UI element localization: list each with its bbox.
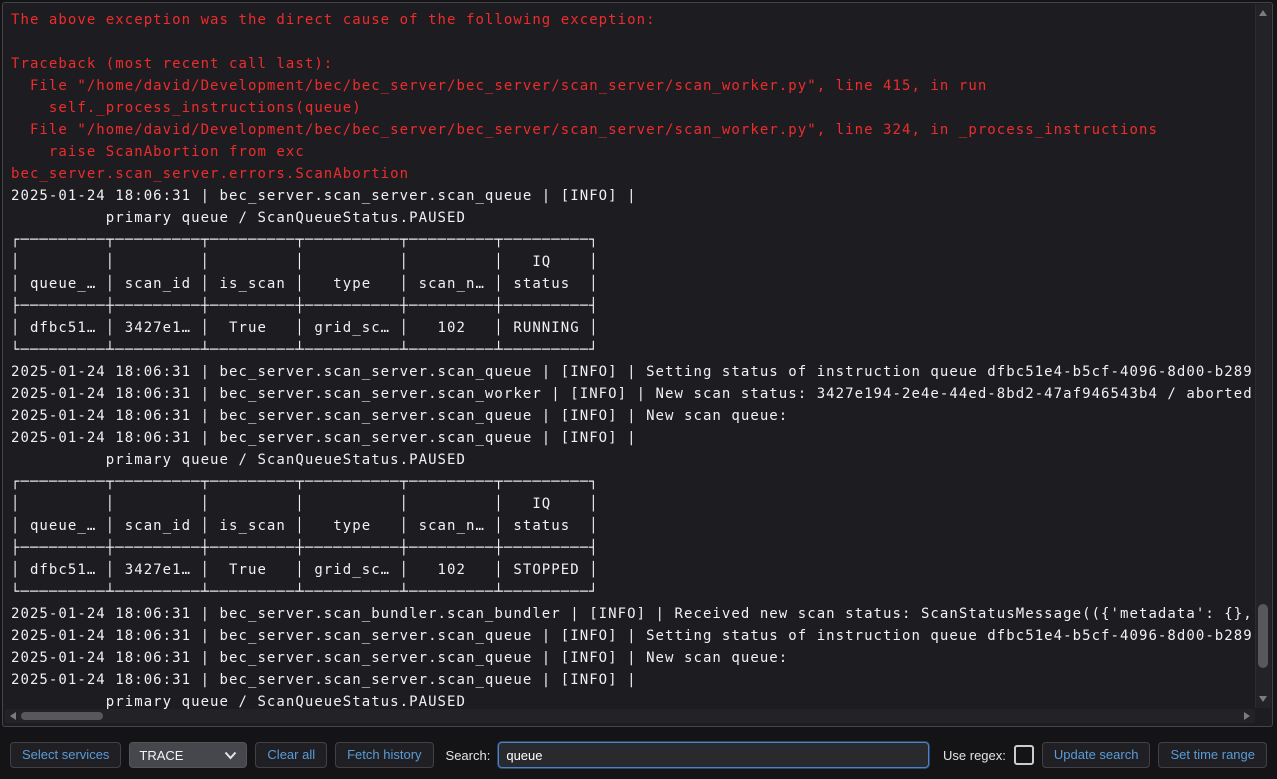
log-line: The above exception was the direct cause…: [11, 9, 1253, 31]
log-line: ├─────────┼─────────┼─────────┼─────────…: [11, 537, 1253, 559]
log-line: │ dfbc51… │ 3427e1… │ True │ grid_sc… │ …: [11, 317, 1253, 339]
log-line: ┌─────────┬─────────┬─────────┬─────────…: [11, 229, 1253, 251]
log-line: 2025-01-24 18:06:31 | bec_server.scan_se…: [11, 427, 1253, 449]
log-line: 2025-01-24 18:06:31 | bec_server.scan_se…: [11, 647, 1253, 669]
log-line: bec_server.scan_server.errors.ScanAborti…: [11, 163, 1253, 185]
vertical-scrollbar-thumb[interactable]: [1258, 604, 1268, 668]
log-line: File "/home/david/Development/bec/bec_se…: [11, 75, 1253, 97]
log-line: raise ScanAbortion from exc: [11, 141, 1253, 163]
log-line: 2025-01-24 18:06:31 | bec_server.scan_se…: [11, 625, 1253, 647]
log-line: self._process_instructions(queue): [11, 97, 1253, 119]
search-input[interactable]: [498, 742, 929, 768]
scroll-up-icon[interactable]: [1259, 10, 1267, 16]
log-line: 2025-01-24 18:06:31 | bec_server.scan_se…: [11, 405, 1253, 427]
use-regex-checkbox[interactable]: [1014, 745, 1034, 765]
log-line: primary queue / ScanQueueStatus.PAUSED: [11, 449, 1253, 471]
log-line: │ queue_… │ scan_id │ is_scan │ type │ s…: [11, 273, 1253, 295]
log-toolbar: Select services TRACE Clear all Fetch hi…: [0, 731, 1277, 779]
log-line: primary queue / ScanQueueStatus.PAUSED: [11, 207, 1253, 229]
log-line: 2025-01-24 18:06:31 | bec_server.scan_se…: [11, 361, 1253, 383]
log-line: 2025-01-24 18:06:31 | bec_server.scan_se…: [11, 669, 1253, 691]
log-line: │ queue_… │ scan_id │ is_scan │ type │ s…: [11, 515, 1253, 537]
use-regex-label: Use regex:: [943, 748, 1006, 763]
log-line: │ │ │ │ │ │ IQ │: [11, 493, 1253, 515]
log-output: The above exception was the direct cause…: [11, 9, 1253, 713]
scroll-left-icon[interactable]: [10, 712, 16, 720]
log-level-select[interactable]: TRACE: [129, 742, 247, 768]
log-line: │ │ │ │ │ │ IQ │: [11, 251, 1253, 273]
vertical-scrollbar[interactable]: [1255, 4, 1271, 708]
log-line: └─────────┴─────────┴─────────┴─────────…: [11, 581, 1253, 603]
log-level-value: TRACE: [139, 748, 183, 763]
chevron-down-icon: [224, 751, 237, 760]
clear-all-button[interactable]: Clear all: [255, 742, 327, 768]
log-line: ├─────────┼─────────┼─────────┼─────────…: [11, 295, 1253, 317]
log-line: 2025-01-24 18:06:31 | bec_server.scan_se…: [11, 383, 1253, 405]
scroll-right-icon[interactable]: [1244, 712, 1250, 720]
scroll-down-icon[interactable]: [1259, 696, 1267, 702]
horizontal-scrollbar-thumb[interactable]: [21, 712, 103, 720]
log-viewer[interactable]: The above exception was the direct cause…: [2, 2, 1273, 727]
horizontal-scrollbar[interactable]: [5, 709, 1255, 723]
log-line: 2025-01-24 18:06:31 | bec_server.scan_se…: [11, 185, 1253, 207]
update-search-button[interactable]: Update search: [1042, 742, 1151, 768]
log-line: File "/home/david/Development/bec/bec_se…: [11, 119, 1253, 141]
search-label: Search:: [446, 748, 491, 763]
fetch-history-button[interactable]: Fetch history: [335, 742, 433, 768]
set-time-range-button[interactable]: Set time range: [1158, 742, 1267, 768]
log-line: Traceback (most recent call last):: [11, 53, 1253, 75]
log-line: [11, 31, 1253, 53]
log-line: ┌─────────┬─────────┬─────────┬─────────…: [11, 471, 1253, 493]
log-line: │ dfbc51… │ 3427e1… │ True │ grid_sc… │ …: [11, 559, 1253, 581]
log-line: └─────────┴─────────┴─────────┴─────────…: [11, 339, 1253, 361]
select-services-button[interactable]: Select services: [10, 742, 121, 768]
log-line: 2025-01-24 18:06:31 | bec_server.scan_bu…: [11, 603, 1253, 625]
